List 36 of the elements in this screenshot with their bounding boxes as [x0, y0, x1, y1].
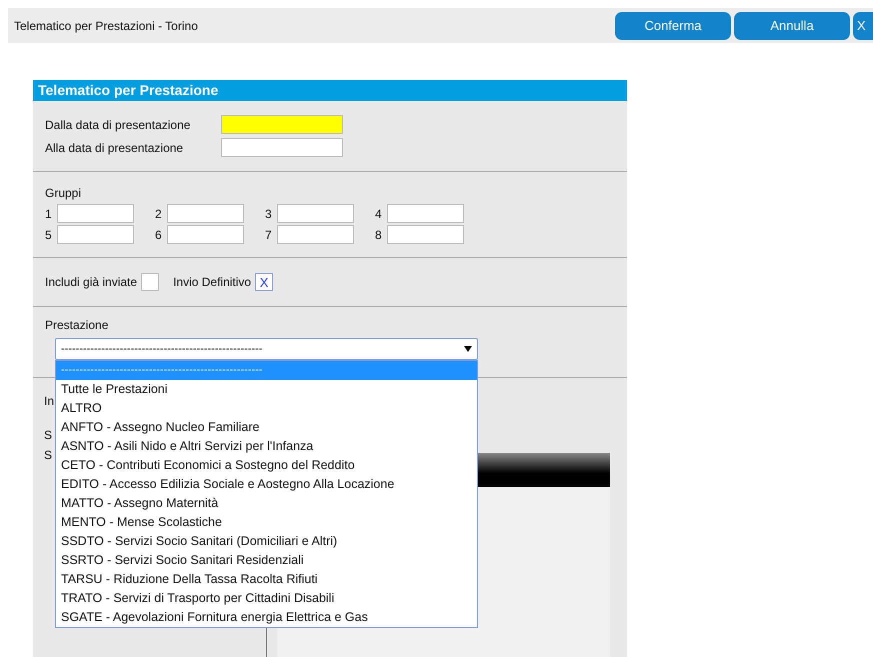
- group-number: 1: [45, 206, 53, 220]
- field-label: Dalla data di presentazione: [45, 118, 192, 132]
- field-label: In: [44, 394, 54, 408]
- field-label: Alla data di presentazione: [45, 140, 184, 154]
- prestazione-select[interactable]: -------------------------------------------------------: [55, 338, 478, 360]
- group-number: 2: [155, 206, 163, 220]
- toolbar-button[interactable]: Conferma: [615, 12, 731, 40]
- checkbox[interactable]: [141, 273, 160, 291]
- group-field[interactable]: [167, 204, 244, 223]
- section-label: Gruppi: [45, 186, 82, 200]
- checkbox-label: Includi già inviate: [45, 275, 138, 289]
- checkbox-label: Invio Definitivo: [173, 275, 252, 289]
- group-field[interactable]: [57, 225, 134, 244]
- toolbar-button[interactable]: Annulla: [734, 12, 850, 40]
- group-number: 5: [45, 228, 53, 242]
- date-field[interactable]: [221, 138, 343, 157]
- group-field[interactable]: [167, 225, 244, 244]
- group-field[interactable]: [387, 204, 464, 223]
- group-number: 3: [265, 206, 273, 220]
- group-number: 8: [375, 228, 383, 242]
- group-field[interactable]: [277, 225, 354, 244]
- group-number: 4: [375, 206, 383, 220]
- group-field[interactable]: [387, 225, 464, 244]
- page-title: Telematico per Prestazioni - Torino: [14, 18, 199, 32]
- group-field[interactable]: [277, 204, 354, 223]
- panel-title: Telematico per Prestazione: [33, 80, 627, 101]
- field-label: S: [44, 448, 52, 462]
- group-number: 7: [265, 228, 273, 242]
- section-label: Prestazione: [45, 318, 110, 332]
- toolbar-button[interactable]: X: [853, 12, 873, 40]
- caret-icon: [464, 346, 472, 352]
- date-field[interactable]: [221, 115, 343, 134]
- field-label: S: [44, 428, 52, 442]
- checkbox[interactable]: X: [255, 273, 274, 291]
- group-number: 6: [155, 228, 163, 242]
- group-field[interactable]: [57, 204, 134, 223]
